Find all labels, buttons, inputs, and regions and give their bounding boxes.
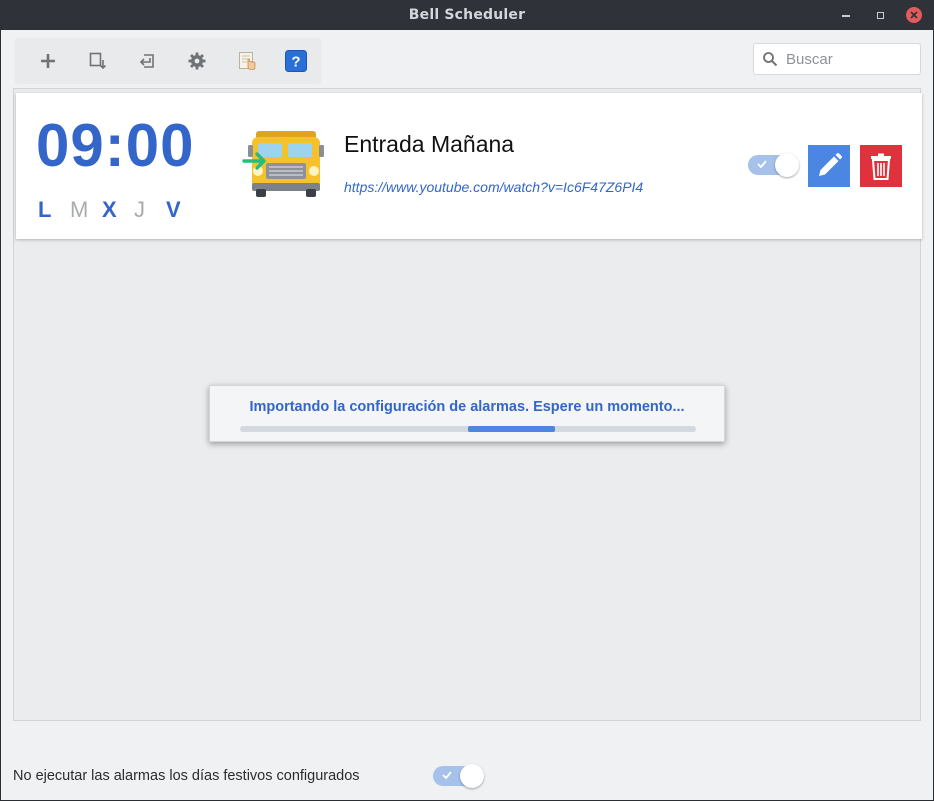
- search-input[interactable]: [786, 50, 906, 68]
- day-thursday: J: [134, 197, 145, 222]
- export-button[interactable]: [73, 41, 123, 81]
- import-button[interactable]: [122, 41, 172, 81]
- close-button[interactable]: [906, 7, 922, 23]
- minimize-button[interactable]: [838, 7, 854, 23]
- search-icon: [763, 52, 778, 67]
- title-bar: Bell Scheduler: [0, 0, 934, 30]
- import-progress-dialog: Importando la configuración de alarmas. …: [209, 385, 725, 442]
- search-box[interactable]: [753, 43, 921, 75]
- progress-message: Importando la configuración de alarmas. …: [249, 399, 685, 415]
- alarm-url[interactable]: https://www.youtube.com/watch?v=Ic6F47Z6…: [344, 179, 643, 195]
- alarm-name: Entrada Mañana: [344, 131, 515, 157]
- help-button[interactable]: ?: [271, 41, 321, 81]
- holidays-button[interactable]: [222, 41, 272, 81]
- day-monday: L: [38, 197, 52, 222]
- toggle-knob: [460, 764, 484, 788]
- school-bus-entry-icon: [242, 131, 324, 197]
- export-icon: [89, 52, 106, 70]
- alarm-list: 09:00 L M X J V Entrada Mañana https://w…: [13, 88, 922, 721]
- pencil-icon: [819, 153, 842, 176]
- alarm-card[interactable]: 09:00 L M X J V Entrada Mañana https://w…: [16, 93, 922, 239]
- main-window: ? 09:00 L M X J V: [1, 30, 933, 800]
- settings-button[interactable]: [172, 41, 222, 81]
- delete-alarm-button[interactable]: [860, 145, 902, 187]
- day-tuesday: M: [70, 197, 89, 222]
- holidays-toggle[interactable]: [433, 764, 484, 788]
- edit-alarm-button[interactable]: [808, 145, 850, 187]
- plus-icon: [40, 54, 55, 68]
- maximize-button[interactable]: [872, 7, 888, 23]
- progress-bar: [240, 426, 696, 432]
- add-alarm-button[interactable]: [23, 41, 73, 81]
- alarm-days: L M X J V: [38, 197, 198, 223]
- calendar-hand-icon: [238, 52, 255, 70]
- progress-bar-fill: [468, 426, 555, 432]
- import-icon: [140, 54, 154, 68]
- toggle-knob: [775, 153, 799, 177]
- svg-text:?: ?: [292, 54, 301, 71]
- trash-icon: [871, 153, 891, 180]
- toolbar: ?: [15, 38, 321, 84]
- check-icon: [442, 771, 452, 780]
- check-icon: [757, 160, 767, 169]
- day-friday: V: [166, 197, 181, 222]
- window-title: Bell Scheduler: [408, 7, 526, 23]
- alarm-time: 09:00: [36, 112, 195, 179]
- holidays-label: No ejecutar las alarmas los días festivo…: [13, 768, 360, 784]
- alarm-enabled-toggle[interactable]: [748, 153, 799, 177]
- gear-icon: [188, 52, 206, 70]
- close-icon: [910, 11, 918, 19]
- help-icon: ?: [285, 50, 308, 72]
- day-wednesday: X: [102, 197, 117, 222]
